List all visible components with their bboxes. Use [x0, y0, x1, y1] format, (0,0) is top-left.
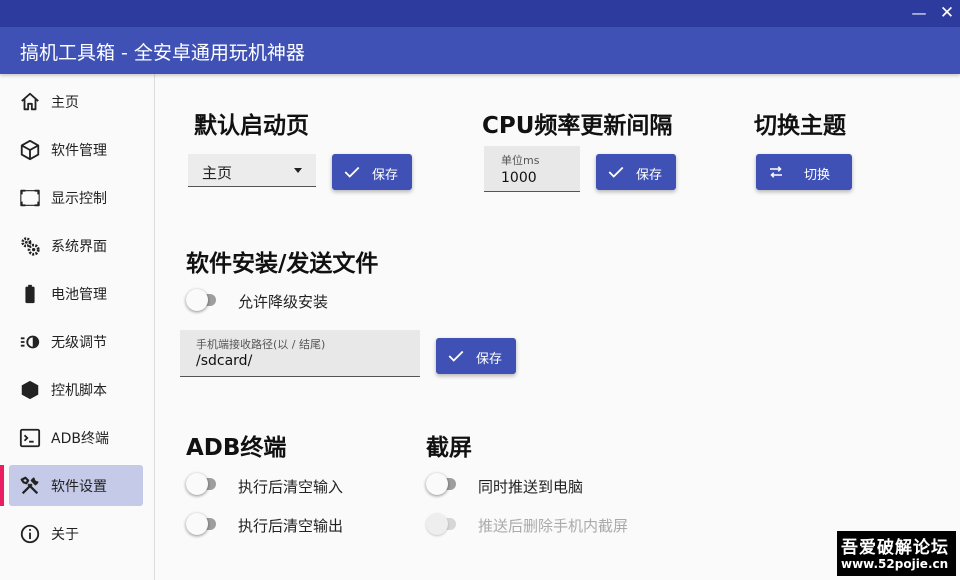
- cpu-interval-heading: CPU频率更新间隔: [482, 113, 673, 139]
- dimmer-icon: [20, 335, 40, 349]
- app-title: 搞机工具箱 - 全安卓通用玩机神器: [20, 42, 305, 64]
- terminal-icon: [19, 428, 41, 448]
- sidebar-item-label: 显示控制: [51, 191, 107, 207]
- install-heading: 软件安装/发送文件: [186, 251, 379, 277]
- sidebar-item-label: 电池管理: [51, 287, 107, 303]
- downgrade-install-label: 允许降级安装: [238, 293, 329, 311]
- screenshot-heading: 截屏: [426, 435, 472, 461]
- receive-path-field[interactable]: 手机端接收路径(以 / 结尾) /sdcard/: [180, 330, 420, 377]
- receive-path-label: 手机端接收路径(以 / 结尾): [196, 338, 326, 351]
- sidebar-item-label: 系统界面: [51, 239, 107, 255]
- window-titlebar: — ✕: [0, 0, 960, 27]
- toggle-thumb: [426, 513, 448, 535]
- hexagon-icon: [21, 380, 39, 400]
- sidebar-item-battery[interactable]: 电池管理: [9, 273, 143, 314]
- watermark: 吾爱破解论坛 www.52pojie.cn: [837, 531, 956, 576]
- default-page-selected-value: 主页: [202, 164, 233, 182]
- package-icon: [20, 139, 40, 161]
- check-icon: [608, 166, 624, 178]
- sidebar-item-label: 关于: [51, 527, 79, 543]
- info-icon: [20, 524, 40, 544]
- sidebar: 主页 软件管理 显示控制 系统界面 电池管理 无级调节 控机脚本 ADB终端 软…: [0, 74, 155, 580]
- home-icon: [21, 92, 39, 111]
- gears-icon: [21, 237, 40, 256]
- sidebar-item-about[interactable]: 关于: [9, 513, 143, 554]
- cpu-interval-unit-label: 单位ms: [501, 154, 540, 167]
- screenshot-delete-toggle: [426, 513, 456, 535]
- default-page-save-button[interactable]: 保存: [332, 154, 412, 190]
- toggle-thumb: [426, 473, 448, 495]
- swap-arrows-icon: [770, 166, 782, 178]
- save-button-label: 保存: [636, 168, 663, 183]
- screenshot-delete-label: 推送后删除手机内截屏: [478, 517, 629, 535]
- downgrade-install-toggle[interactable]: [186, 289, 216, 311]
- sidebar-item-scripts[interactable]: 控机脚本: [9, 369, 143, 410]
- toggle-thumb: [186, 473, 208, 495]
- screenshot-push-toggle[interactable]: [426, 473, 456, 495]
- switch-button-label: 切换: [804, 168, 831, 183]
- sidebar-item-home[interactable]: 主页: [9, 81, 143, 122]
- watermark-line1: 吾爱破解论坛: [841, 538, 949, 558]
- sidebar-item-system-ui[interactable]: 系统界面: [9, 225, 143, 266]
- sidebar-item-label: 软件管理: [51, 143, 107, 159]
- adb-heading: ADB终端: [186, 435, 287, 461]
- toggle-thumb: [186, 513, 208, 535]
- toggle-thumb: [186, 289, 208, 311]
- adb-clear-output-toggle[interactable]: [186, 513, 216, 535]
- dropdown-caret-icon: [294, 168, 302, 173]
- default-page-select[interactable]: 主页: [188, 154, 316, 187]
- app-bar: 搞机工具箱 - 全安卓通用玩机神器: [0, 27, 960, 74]
- adb-clear-input-label: 执行后清空输入: [238, 478, 344, 496]
- check-icon: [448, 350, 464, 362]
- save-button-label: 保存: [372, 168, 399, 183]
- sidebar-item-dimmer[interactable]: 无级调节: [9, 321, 143, 362]
- check-icon: [344, 166, 360, 178]
- sidebar-item-adb-terminal[interactable]: ADB终端: [9, 417, 143, 458]
- tools-icon: [20, 476, 39, 495]
- sidebar-item-label: 控机脚本: [51, 383, 107, 399]
- sidebar-item-label: 主页: [51, 95, 79, 111]
- theme-switch-button[interactable]: 切换: [756, 154, 852, 190]
- sidebar-item-label: ADB终端: [51, 431, 109, 447]
- default-page-heading: 默认启动页: [194, 113, 309, 139]
- theme-heading: 切换主题: [754, 113, 846, 139]
- adb-clear-input-toggle[interactable]: [186, 473, 216, 495]
- minimize-button[interactable]: —: [908, 3, 930, 23]
- battery-icon: [25, 284, 35, 304]
- close-button[interactable]: ✕: [936, 3, 958, 23]
- sidebar-item-app-manager[interactable]: 软件管理: [9, 129, 143, 170]
- receive-path-save-button[interactable]: 保存: [436, 338, 516, 374]
- screenshot-push-label: 同时推送到电脑: [478, 478, 584, 496]
- cpu-interval-save-button[interactable]: 保存: [596, 154, 676, 190]
- receive-path-value: /sdcard/: [196, 353, 253, 369]
- watermark-line2: www.52pojie.cn: [841, 557, 949, 571]
- sidebar-item-display[interactable]: 显示控制: [9, 177, 143, 218]
- sidebar-item-label: 软件设置: [51, 479, 107, 495]
- sidebar-item-label: 无级调节: [51, 335, 107, 351]
- adb-clear-output-label: 执行后清空输出: [238, 517, 344, 535]
- save-button-label: 保存: [476, 352, 503, 367]
- cpu-interval-value: 1000: [501, 170, 537, 186]
- sidebar-item-settings[interactable]: 软件设置: [0, 465, 143, 506]
- display-frame-icon: [20, 189, 40, 207]
- cpu-interval-field[interactable]: 单位ms 1000: [484, 146, 580, 192]
